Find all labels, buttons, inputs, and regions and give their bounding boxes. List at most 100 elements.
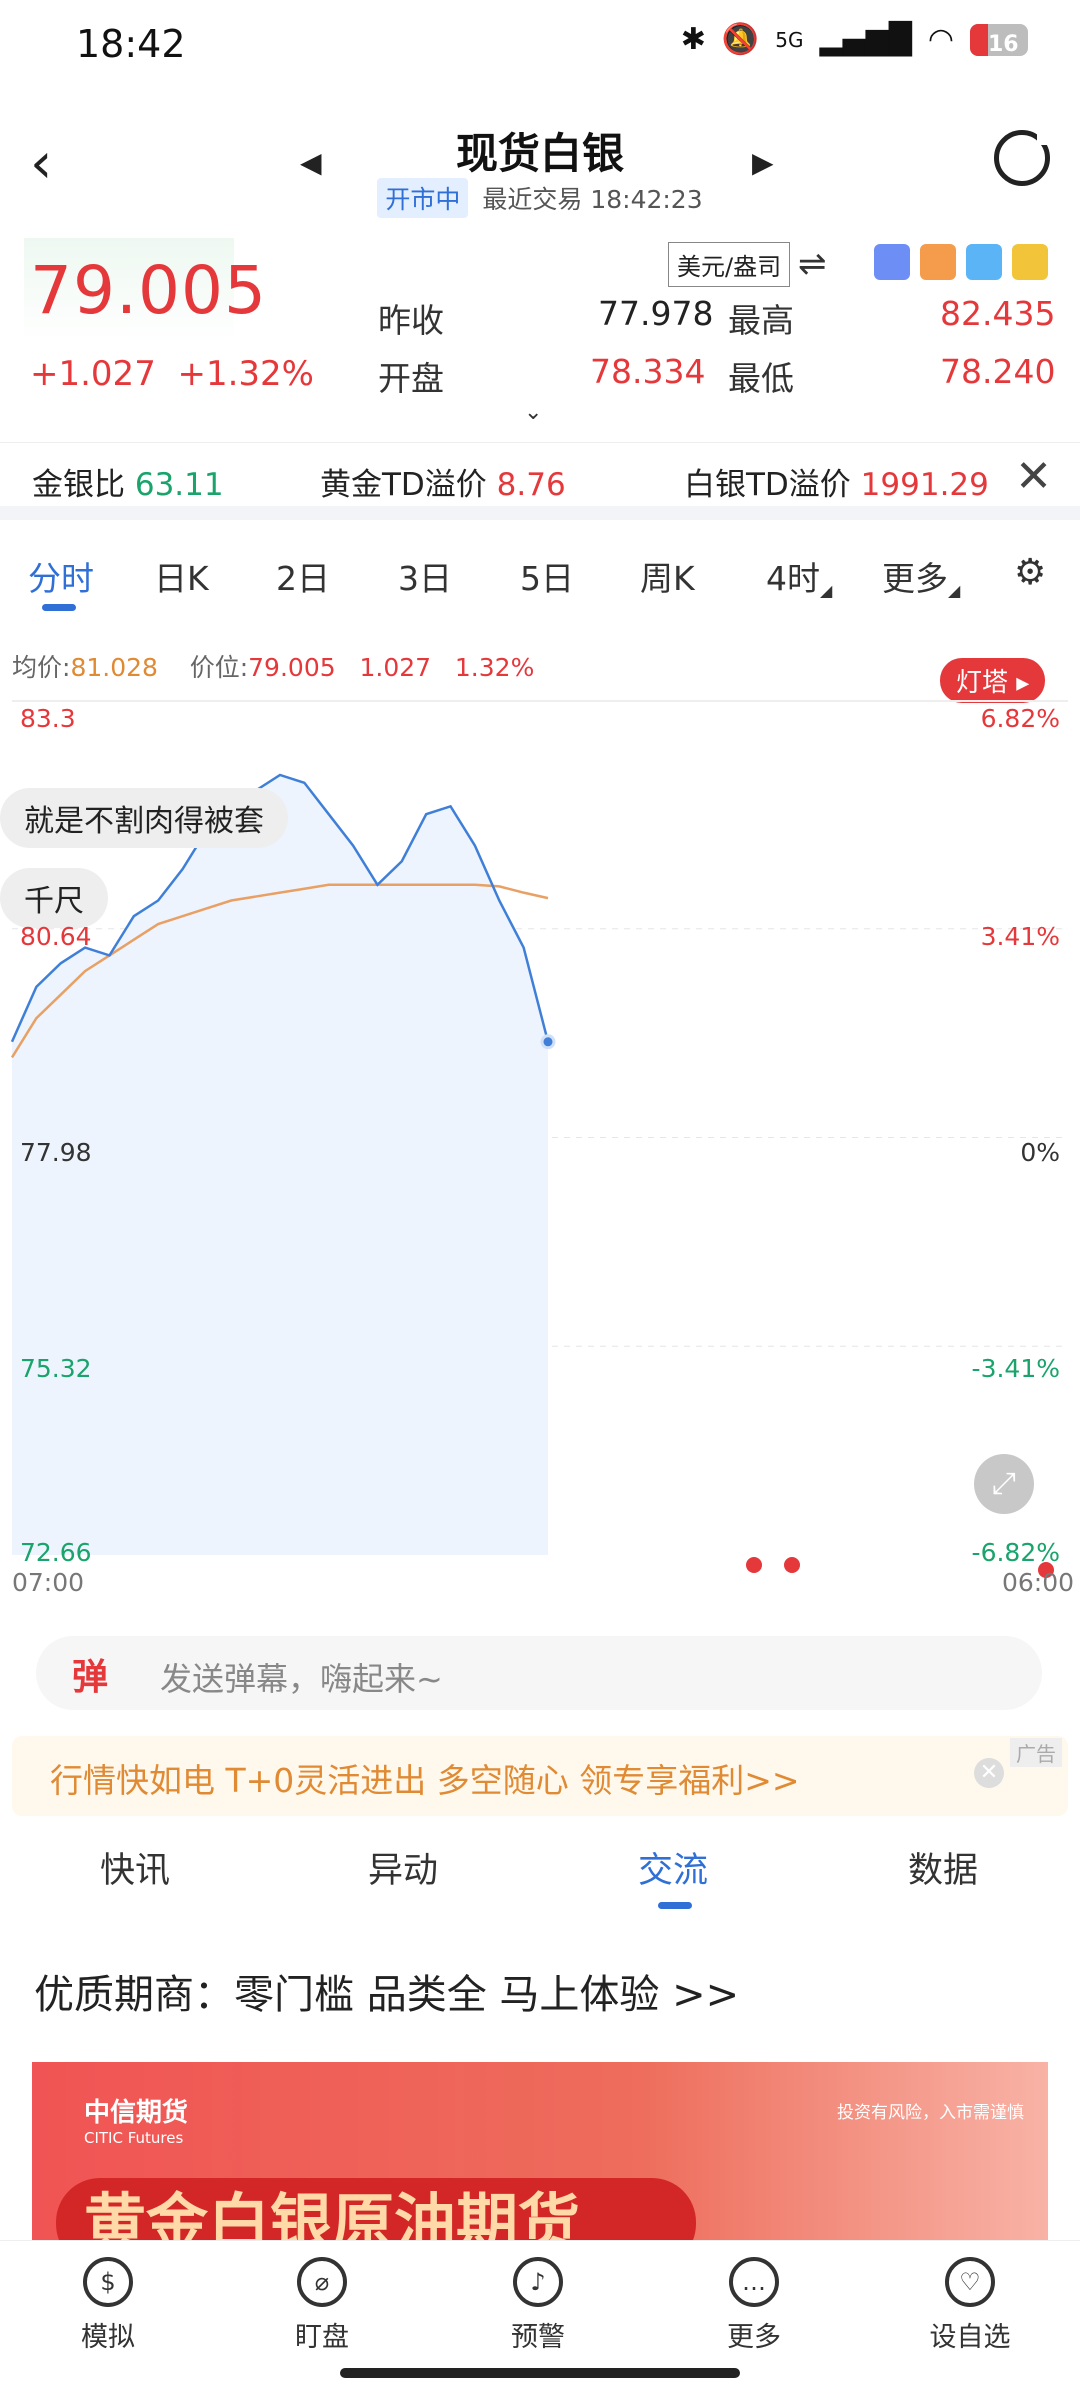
tab-daily-k[interactable]: 日K	[154, 552, 209, 600]
bluetooth-icon: ✱	[680, 22, 706, 57]
network-label: 5G	[775, 27, 804, 52]
x-tick-start: 07:00	[12, 1568, 85, 1597]
event-marker-dot[interactable]	[746, 1557, 762, 1573]
prev-close-value: 77.978	[598, 294, 714, 333]
ad-text[interactable]: 行情快如电 T+0灵活进出 多空随心 领专享福利>>	[50, 1754, 800, 1802]
y-tick-left: 80.64	[20, 922, 92, 951]
trade-status: 开市中 最近交易 18:42:23	[0, 178, 1080, 218]
active-tab-underline	[658, 1902, 692, 1909]
fullscreen-icon[interactable]: ⤢	[974, 1454, 1034, 1514]
ad-label: 广告	[1010, 1738, 1062, 1767]
tab-more[interactable]: 更多◢	[882, 552, 960, 600]
period-tabs: 分时 日K 2日 3日 5日 周K 4时◢ 更多◢ ⚙	[0, 540, 1080, 630]
y-tick-right: 0%	[1020, 1138, 1060, 1167]
citic-logo: 中信期货 CITIC Futures	[84, 2098, 189, 2147]
y-tick-left: 75.32	[20, 1354, 92, 1383]
timeshare-chart	[10, 700, 1068, 1578]
low-value: 78.240	[940, 352, 1056, 391]
nav-simulate[interactable]: $ 模拟	[48, 2257, 168, 2354]
close-ad-icon[interactable]: ✕	[974, 1758, 1004, 1788]
event-marker-dot[interactable]	[784, 1557, 800, 1573]
active-tab-underline	[42, 604, 76, 611]
tab-discussion[interactable]: 交流	[638, 1842, 708, 1893]
tab-2-day[interactable]: 2日	[276, 552, 330, 600]
tower-icon[interactable]	[920, 244, 956, 280]
tab-news[interactable]: 快讯	[100, 1842, 170, 1893]
change-percent: +1.32%	[177, 354, 314, 394]
current-price: 79.005	[30, 252, 267, 329]
price-change: +1.027 +1.32%	[30, 354, 314, 394]
pie-icon[interactable]	[966, 244, 1002, 280]
eye-off-icon: ⌀	[297, 2257, 347, 2307]
danmu-bubble: 就是不割肉得被套	[0, 788, 288, 848]
latest-price-dot	[540, 1034, 556, 1050]
open-label: 开盘	[378, 359, 444, 398]
promo-title[interactable]: 优质期商：零门槛 品类全 马上体验 >>	[34, 1962, 739, 2020]
wifi-icon: ◠	[927, 22, 954, 57]
content-tabs: 快讯 异动 交流 数据	[0, 1832, 1080, 1912]
mute-icon: 🔕	[721, 22, 760, 57]
status-time: 18:42	[76, 22, 186, 66]
nav-add-favorite[interactable]: ♡ 设自选	[910, 2257, 1030, 2354]
tool-icons	[874, 244, 1048, 280]
x-tick-end: 06:00	[1001, 1568, 1074, 1597]
tab-3-day[interactable]: 3日	[398, 552, 452, 600]
open-value: 78.334	[590, 352, 706, 391]
gold-silver-ratio: 金银比 63.11	[32, 467, 224, 503]
y-tick-right: 3.41%	[980, 922, 1060, 951]
more-icon: …	[729, 2257, 779, 2307]
prev-close-label: 昨收	[378, 301, 444, 340]
close-icon[interactable]: ✕	[1015, 451, 1052, 502]
heart-icon: ♡	[945, 2257, 995, 2307]
danmu-icon[interactable]: 弹	[72, 1648, 108, 1700]
last-trade-time: 最近交易 18:42:23	[482, 185, 703, 214]
dollar-icon: $	[83, 2257, 133, 2307]
next-instrument-icon[interactable]: ▶	[752, 146, 774, 179]
page-title: 现货白银	[455, 129, 624, 178]
status-bar: 18:42 ✱ 🔕 5G ▂▄▆█ ◠ 16	[0, 0, 1080, 92]
unit-selector[interactable]: 美元/盎司	[668, 242, 791, 287]
high-value: 82.435	[940, 294, 1056, 333]
ad-banner[interactable]: 行情快如电 T+0灵活进出 多空随心 领专享福利>> ✕ 广告	[12, 1736, 1068, 1816]
danmu-bubble: 千尺	[0, 868, 108, 928]
expand-chevron-icon[interactable]: ⌄	[524, 400, 542, 425]
tab-5-day[interactable]: 5日	[520, 552, 574, 600]
y-tick-left: 77.98	[20, 1138, 92, 1167]
broker-banner[interactable]: 中信期货 CITIC Futures 投资有风险，入市需谨慎 黄金白银原油期货	[32, 2062, 1048, 2242]
swap-icon[interactable]: ⇌	[798, 244, 827, 284]
change-value: +1.027	[30, 354, 156, 394]
market-open-tag: 开市中	[377, 178, 469, 218]
nav-more[interactable]: … 更多	[694, 2257, 814, 2354]
battery-icon: 16	[970, 23, 1028, 56]
tab-timeshare[interactable]: 分时	[28, 552, 94, 600]
y-tick-left: 72.66	[20, 1538, 92, 1567]
y-tick-right: -3.41%	[971, 1354, 1060, 1383]
nav-alert[interactable]: ♪ 预警	[478, 2257, 598, 2354]
y-tick-left: 83.3	[20, 704, 76, 733]
note-icon[interactable]	[1012, 244, 1048, 280]
y-tick-right: -6.82%	[971, 1538, 1060, 1567]
refresh-icon[interactable]	[994, 130, 1051, 186]
tab-data[interactable]: 数据	[908, 1842, 978, 1893]
settings-icon[interactable]: ⚙	[1014, 552, 1046, 593]
danmu-placeholder: 发送弹幕，嗨起来~	[160, 1660, 443, 1698]
tab-weekly-k[interactable]: 周K	[640, 552, 695, 600]
tab-movement[interactable]: 异动	[368, 1842, 438, 1893]
percent-icon[interactable]	[874, 244, 910, 280]
banner-headline: 黄金白银原油期货	[56, 2178, 696, 2242]
quote-panel: 79.005 +1.027 +1.32% 美元/盎司 ⇌ 昨收 77.978 最…	[0, 222, 1080, 442]
danmu-input[interactable]: 弹 发送弹幕，嗨起来~	[36, 1636, 1042, 1710]
signal-icon: ▂▄▆█	[819, 22, 912, 57]
y-tick-right: 6.82%	[980, 704, 1060, 733]
ratio-row: 金银比 63.11 黄金TD溢价 8.76 白银TD溢价 1991.29 ✕	[0, 442, 1080, 512]
divider	[0, 506, 1080, 520]
tab-4-hour[interactable]: 4时◢	[766, 552, 832, 600]
low-label: 最低	[728, 359, 794, 398]
bell-icon: ♪	[513, 2257, 563, 2307]
header: ‹ ◀ 现货白银 ▶ 开市中 最近交易 18:42:23	[0, 100, 1080, 220]
home-indicator[interactable]	[340, 2368, 740, 2378]
high-label: 最高	[728, 301, 794, 340]
risk-notice: 投资有风险，入市需谨慎	[837, 2103, 1024, 2123]
gold-td-premium: 黄金TD溢价 8.76	[320, 467, 566, 503]
nav-watch[interactable]: ⌀ 盯盘	[262, 2257, 382, 2354]
